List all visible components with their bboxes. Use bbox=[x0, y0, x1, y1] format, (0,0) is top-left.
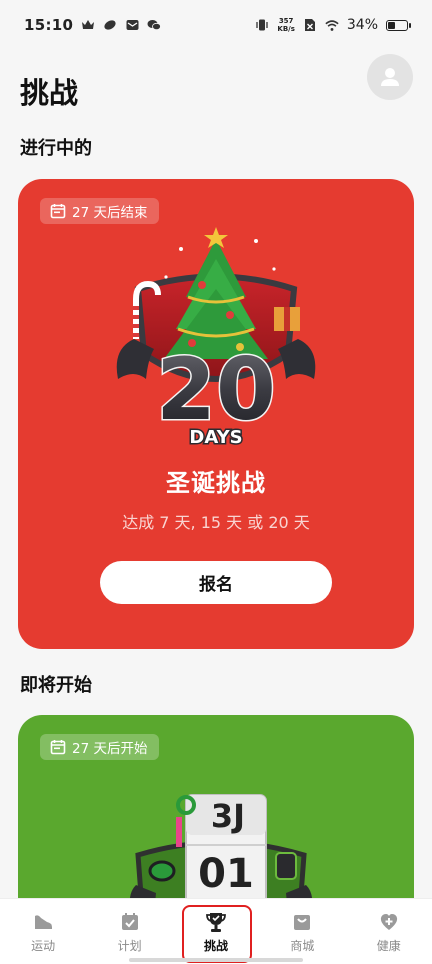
challenge-title: 圣诞挑战 bbox=[166, 469, 266, 497]
calendar-icon bbox=[50, 740, 66, 755]
nav-item-challenge[interactable]: 挑战 bbox=[180, 899, 252, 963]
page-title: 挑战 bbox=[20, 76, 79, 110]
christmas-challenge-card[interactable]: 27 天后结束 20 DAYS 圣诞挑战 达成 7 天, 15 天 或 20 天… bbox=[18, 179, 414, 649]
network-speed: 357 KB/s bbox=[277, 17, 294, 33]
nav-label-plan: 计划 bbox=[117, 939, 142, 953]
network-speed-value: 357 bbox=[278, 17, 294, 25]
shop-icon bbox=[291, 911, 313, 933]
section-title-in-progress: 进行中的 bbox=[20, 138, 92, 159]
health-icon bbox=[378, 911, 400, 933]
badge-caption: DAYS bbox=[189, 427, 242, 448]
nav-item-health[interactable]: 健康 bbox=[353, 899, 425, 959]
sim-off-icon bbox=[303, 18, 317, 32]
status-time: 15:10 bbox=[24, 16, 74, 34]
badge-number: 20 bbox=[156, 340, 276, 440]
home-indicator bbox=[129, 958, 303, 962]
plan-icon bbox=[119, 911, 141, 933]
battery-fill bbox=[388, 21, 395, 29]
calendar-day: 01 bbox=[198, 851, 254, 897]
nav-item-plan[interactable]: 计划 bbox=[94, 899, 166, 959]
section-title-upcoming: 即将开始 bbox=[20, 675, 92, 696]
ends-in-text: 27 天后结束 bbox=[72, 205, 148, 221]
battery-percent: 34% bbox=[346, 17, 378, 33]
vibrate-icon bbox=[255, 18, 269, 32]
bottom-nav: 运动 计划 挑战 商城 健康 bbox=[0, 898, 432, 964]
mail-notification-icon bbox=[125, 18, 139, 32]
nav-label-sports: 运动 bbox=[31, 939, 56, 953]
calendar-month: 3J bbox=[211, 797, 245, 835]
nav-item-shop[interactable]: 商城 bbox=[266, 899, 338, 959]
status-left: 15:10 bbox=[24, 16, 162, 34]
network-speed-unit: KB/s bbox=[277, 25, 295, 33]
challenge-subtitle: 达成 7 天, 15 天 或 20 天 bbox=[122, 513, 310, 532]
shoe-icon bbox=[32, 911, 54, 933]
calendar-icon bbox=[50, 204, 66, 219]
christmas-badge-art: 20 DAYS bbox=[116, 227, 316, 449]
shoe-notification-icon bbox=[103, 18, 117, 32]
status-bar: 15:10 357 KB/s 34% bbox=[0, 0, 432, 50]
crown-icon bbox=[81, 18, 95, 32]
starts-in-badge: 27 天后开始 bbox=[40, 734, 160, 760]
signup-button[interactable]: 报名 bbox=[100, 561, 332, 604]
nav-label-health: 健康 bbox=[376, 939, 401, 953]
avatar-button[interactable] bbox=[367, 54, 413, 100]
nav-label-challenge: 挑战 bbox=[203, 939, 228, 953]
trophy-icon bbox=[205, 911, 227, 933]
status-right: 357 KB/s 34% bbox=[255, 17, 411, 33]
nav-label-shop: 商城 bbox=[290, 939, 315, 953]
battery-icon bbox=[386, 19, 411, 31]
wechat-icon bbox=[147, 18, 162, 32]
user-icon bbox=[381, 68, 399, 86]
nav-item-sports[interactable]: 运动 bbox=[7, 899, 79, 959]
wifi-icon bbox=[325, 18, 339, 32]
starts-in-text: 27 天后开始 bbox=[72, 741, 148, 757]
